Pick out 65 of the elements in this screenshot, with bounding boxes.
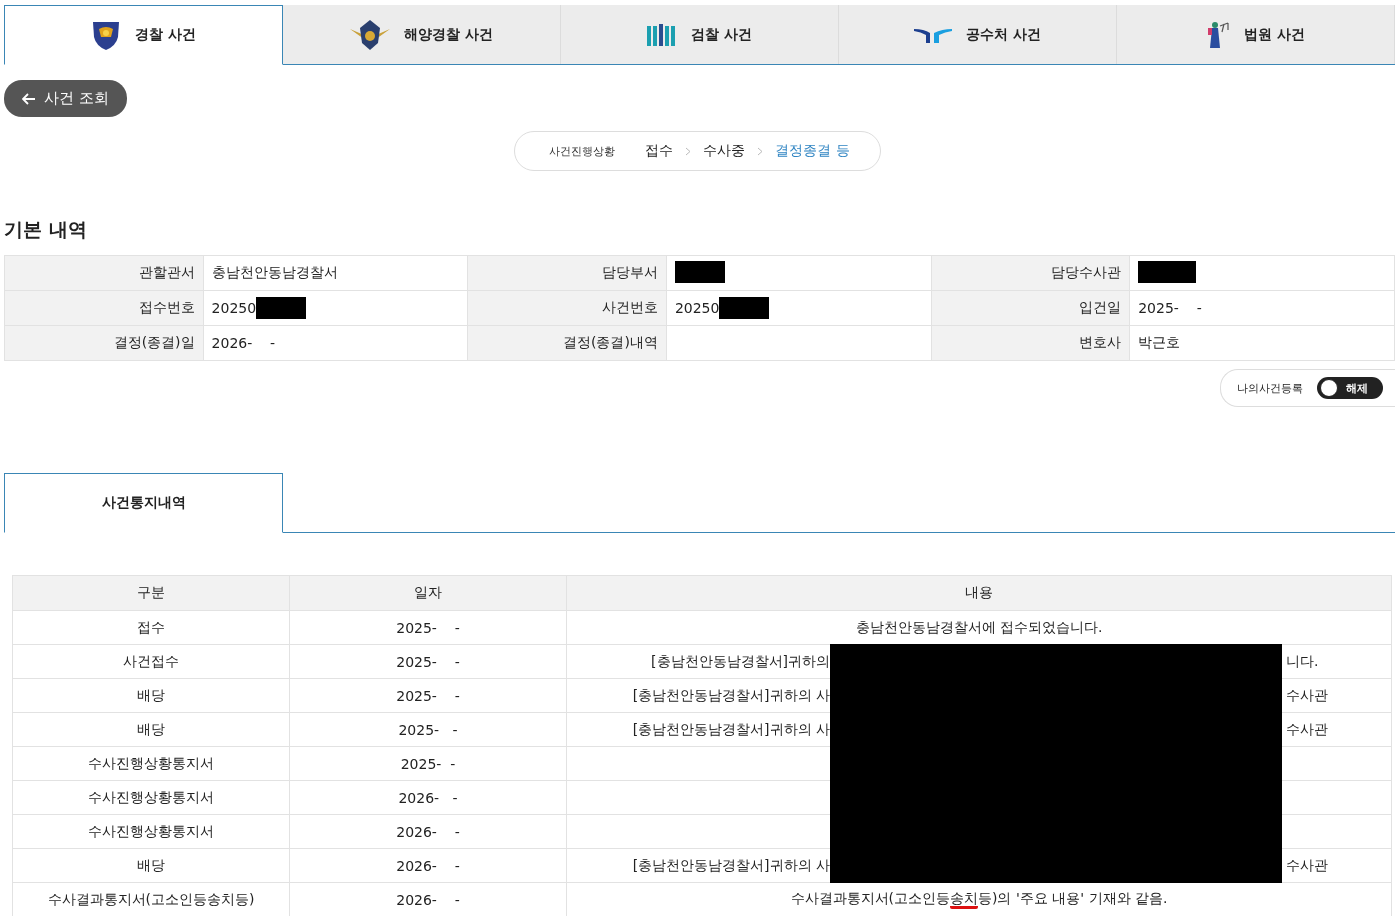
notice-tab[interactable]: 사건통지내역 <box>4 473 283 533</box>
agency-tab[interactable]: 공수처 사건 <box>839 5 1117 64</box>
info-label: 결정(종결)내역 <box>467 325 667 361</box>
vertical-bars-icon <box>647 23 678 46</box>
shield-badge-icon <box>91 19 122 51</box>
agency-tab[interactable]: 법원 사건 <box>1117 5 1395 64</box>
table-cell: 수사관 <box>1286 857 1328 873</box>
table-cell: [충남천안동남경찰서]귀하의 <box>651 653 830 669</box>
agency-tab[interactable]: 경찰 사건 <box>4 5 283 65</box>
toggle-switch[interactable]: 해제 <box>1317 377 1383 399</box>
table-cell: 2026- - <box>289 848 567 883</box>
table-cell: [충남천안동남경찰서]귀하의 사 <box>632 857 830 873</box>
table-cell: 배당 <box>12 712 290 747</box>
table-cell: 사건접수 <box>12 644 290 679</box>
info-label: 입건일 <box>931 290 1130 326</box>
agency-tab[interactable]: 검찰 사건 <box>561 5 839 64</box>
justice-figure-icon <box>1206 19 1231 50</box>
winged-emblem-icon <box>350 18 391 51</box>
table-cell: 수사결과통지서(고소인등송치등) <box>12 882 290 916</box>
column-header: 내용 <box>566 575 1392 611</box>
chevron-right-icon <box>685 146 692 156</box>
info-label: 담당수사관 <box>931 255 1130 291</box>
progress-step: 수사중 <box>703 142 746 160</box>
column-header: 구분 <box>12 575 290 611</box>
wing-logo-icon <box>914 26 953 43</box>
table-cell: [충남천안동남경찰서]귀하의 사 <box>632 721 830 737</box>
info-value: 20250 <box>666 290 932 326</box>
back-button[interactable]: 사건 조회 <box>4 80 127 117</box>
progress-label: 사건진행상황 <box>549 143 616 159</box>
table-cell: 니다. <box>1286 653 1319 669</box>
info-label: 변호사 <box>931 325 1130 361</box>
table-cell: 2025- - <box>289 678 567 713</box>
table-cell: 배당 <box>12 848 290 883</box>
info-label: 관할관서 <box>4 255 204 291</box>
table-cell: 수사관 <box>1286 687 1328 703</box>
progress-step: 접수 <box>645 142 674 160</box>
info-value: 충남천안동남경찰서 <box>203 255 468 291</box>
info-label: 결정(종결)일 <box>4 325 204 361</box>
table-cell: 수사진행상황통지서 <box>12 746 290 781</box>
section-title: 기본 내역 <box>4 217 88 242</box>
table-cell: 수사관 <box>1286 721 1328 737</box>
info-label: 담당부서 <box>467 255 667 291</box>
table-cell: 수사진행상황통지서 <box>12 814 290 849</box>
info-value: 20250 <box>203 290 468 326</box>
info-label: 사건번호 <box>467 290 667 326</box>
agency-tab[interactable]: 해양경찰 사건 <box>283 5 561 64</box>
table-cell: 접수 <box>12 610 290 645</box>
table-cell: 2025- - <box>289 644 567 679</box>
my-case-label: 나의사건등록 <box>1237 380 1303 396</box>
table-cell: [충남천안동남경찰서]귀하의 사 <box>632 687 830 703</box>
table-cell: 2026- - <box>289 814 567 849</box>
info-value: 2026- - <box>203 325 468 361</box>
info-value: 박근호 <box>1129 325 1395 361</box>
arrow-left-icon <box>22 92 36 105</box>
column-header: 일자 <box>289 575 567 611</box>
table-cell: 수사진행상황통지서 <box>12 780 290 815</box>
info-label: 접수번호 <box>4 290 204 326</box>
table-cell: 2026- - <box>289 780 567 815</box>
info-value: 2025- - <box>1129 290 1395 326</box>
table-cell: 배당 <box>12 678 290 713</box>
table-cell: 2025- - <box>289 610 567 645</box>
table-cell: 2025- - <box>289 712 567 747</box>
table-cell: 2025- - <box>289 746 567 781</box>
chevron-right-icon <box>757 146 764 156</box>
progress-step: 결정종결 등 <box>775 142 850 160</box>
